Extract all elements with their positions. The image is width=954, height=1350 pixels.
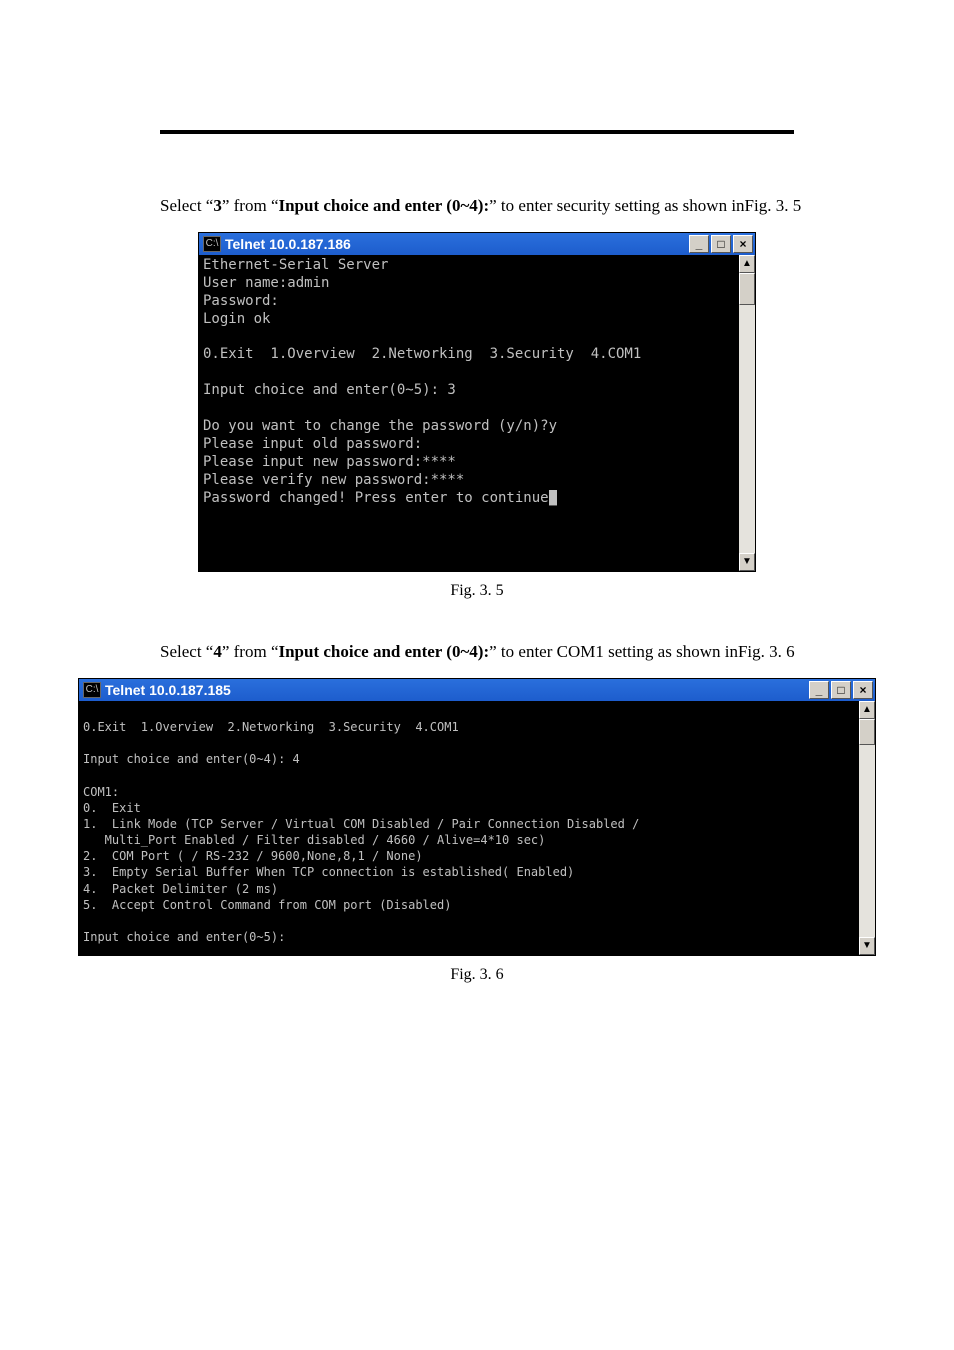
scroll-thumb[interactable] — [739, 273, 755, 305]
terminal-output-2: 0.Exit 1.Overview 2.Networking 3.Securit… — [79, 701, 859, 955]
txt: Select — [160, 642, 206, 661]
prompt-text: Input choice and enter (0~4): — [278, 642, 489, 661]
fig-ref: Fig. 3. 5 — [745, 194, 802, 218]
figure-caption-1: Fig. 3. 5 — [0, 582, 954, 600]
cursor: _ — [549, 490, 557, 506]
txt: to enter COM1 setting as shown in — [497, 642, 738, 661]
scroll-thumb[interactable] — [859, 719, 875, 745]
minimize-button[interactable]: _ — [809, 681, 829, 699]
header-rule — [160, 130, 794, 134]
com1-paragraph: Select “4” from “Input choice and enter … — [160, 640, 794, 664]
scroll-down-button[interactable]: ▼ — [859, 937, 875, 955]
figure-caption-2: Fig. 3. 6 — [0, 966, 954, 984]
maximize-button[interactable]: □ — [711, 235, 731, 253]
choice-3: 3 — [213, 196, 222, 215]
window-title: Telnet 10.0.187.186 — [225, 236, 689, 252]
prompt-text: Input choice and enter (0~4): — [278, 196, 489, 215]
close-button[interactable]: × — [733, 235, 753, 253]
terminal-output-1: Ethernet-Serial Server User name:admin P… — [199, 255, 739, 571]
cmd-icon: C:\ — [203, 236, 221, 252]
terminal-window-2: C:\ Telnet 10.0.187.185 _ □ × 0.Exit 1.O… — [78, 678, 876, 956]
choice-4: 4 — [213, 642, 222, 661]
page: Select “3” from “Input choice and enter … — [0, 0, 954, 1084]
scroll-track[interactable] — [859, 719, 875, 937]
txt: from — [229, 196, 271, 215]
titlebar[interactable]: C:\ Telnet 10.0.187.185 _ □ × — [79, 679, 875, 701]
cmd-icon: C:\ — [83, 682, 101, 698]
quote-close: ” — [489, 196, 497, 215]
minimize-button[interactable]: _ — [689, 235, 709, 253]
txt: to enter security setting as shown in — [497, 196, 745, 215]
maximize-button[interactable]: □ — [831, 681, 851, 699]
txt: from — [229, 642, 271, 661]
window-title: Telnet 10.0.187.185 — [105, 682, 809, 698]
scroll-up-button[interactable]: ▲ — [859, 701, 875, 719]
scroll-down-button[interactable]: ▼ — [739, 553, 755, 571]
terminal-window-1: C:\ Telnet 10.0.187.186 _ □ × Ethernet-S… — [198, 232, 756, 572]
txt: Select — [160, 196, 206, 215]
scroll-track[interactable] — [739, 273, 755, 553]
scrollbar[interactable]: ▲ ▼ — [859, 701, 875, 955]
security-paragraph: Select “3” from “Input choice and enter … — [160, 194, 794, 218]
quote-close: ” — [489, 642, 497, 661]
scroll-up-button[interactable]: ▲ — [739, 255, 755, 273]
fig-ref: Fig. 3. 6 — [738, 640, 795, 664]
titlebar[interactable]: C:\ Telnet 10.0.187.186 _ □ × — [199, 233, 755, 255]
close-button[interactable]: × — [853, 681, 873, 699]
scrollbar[interactable]: ▲ ▼ — [739, 255, 755, 571]
